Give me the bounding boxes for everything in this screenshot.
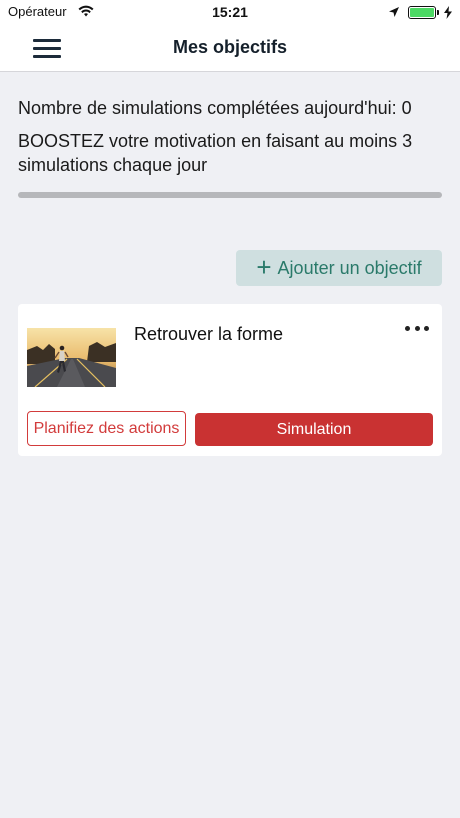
- goal-image: [27, 328, 116, 387]
- runner-on-road-photo: [27, 328, 116, 387]
- completed-simulations-label: Nombre de simulations complétées aujourd…: [18, 98, 412, 118]
- status-right-group: [388, 5, 452, 19]
- bolt-icon: [444, 5, 452, 19]
- plus-icon: +: [256, 252, 272, 282]
- goal-card[interactable]: Retrouver la forme Planifiez des actions…: [18, 304, 442, 456]
- battery-level: [410, 7, 434, 17]
- navigation-bar: Mes objectifs: [0, 24, 460, 72]
- dot: [414, 325, 420, 331]
- motivation-text: BOOSTEZ votre motivation en faisant au m…: [18, 131, 413, 175]
- plan-actions-button[interactable]: Planifiez des actions: [27, 411, 186, 446]
- page-title: Mes objectifs: [172, 37, 288, 57]
- dot: [424, 325, 429, 331]
- dot: [405, 325, 410, 331]
- more-horizontal-icon[interactable]: [402, 320, 432, 336]
- add-goal-button[interactable]: + Ajouter un objectif: [236, 250, 442, 286]
- location-arrow-icon: [389, 7, 399, 17]
- simulation-button[interactable]: Simulation: [195, 413, 433, 446]
- add-goal-label: Ajouter un objectif: [277, 257, 422, 278]
- goal-title: Retrouver la forme: [134, 324, 284, 344]
- battery-icon: [408, 5, 439, 19]
- status-bar: Opérateur 15:21: [0, 0, 460, 24]
- daily-progress-bar: [18, 192, 442, 198]
